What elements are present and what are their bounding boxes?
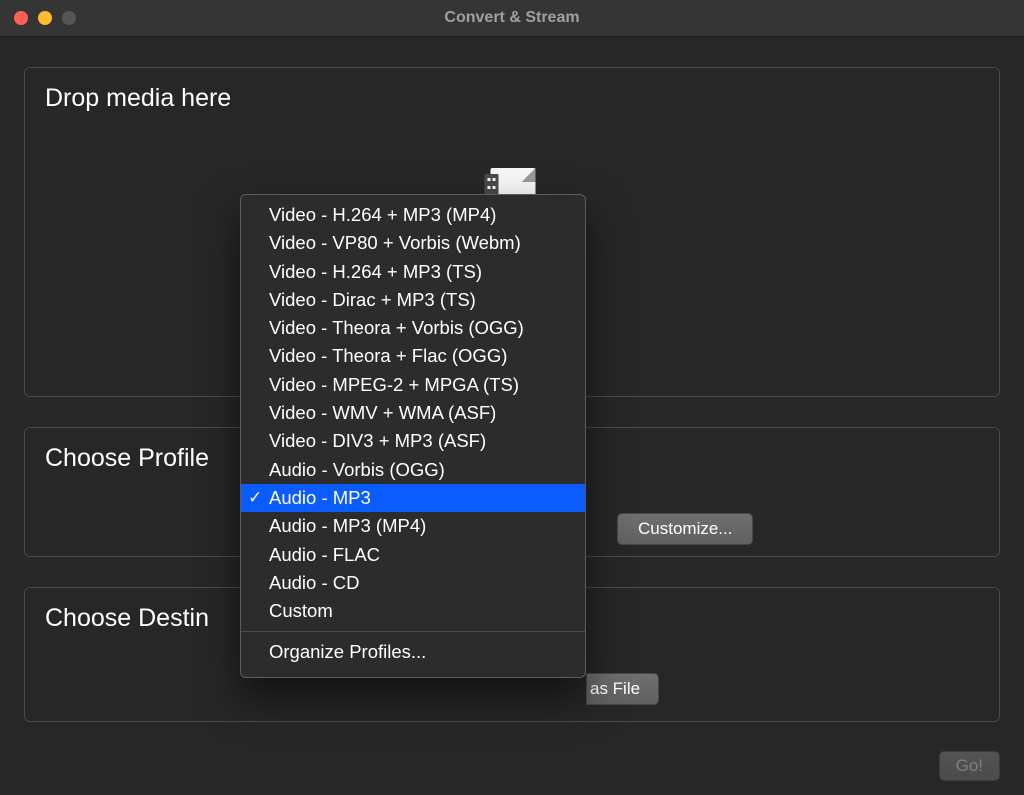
profile-option[interactable]: Video - H.264 + MP3 (TS) (241, 258, 585, 286)
profile-option[interactable]: Audio - MP3 (MP4) (241, 512, 585, 540)
save-as-file-button[interactable]: as File (586, 673, 659, 705)
profile-option[interactable]: Video - H.264 + MP3 (MP4) (241, 201, 585, 229)
profile-option[interactable]: Video - Theora + Vorbis (OGG) (241, 314, 585, 342)
profile-option[interactable]: Audio - Vorbis (OGG) (241, 456, 585, 484)
profile-option[interactable]: Video - DIV3 + MP3 (ASF) (241, 427, 585, 455)
profile-option[interactable]: Video - Dirac + MP3 (TS) (241, 286, 585, 314)
organize-profiles-option[interactable]: Organize Profiles... (241, 638, 585, 666)
menu-separator (241, 631, 585, 632)
profile-option[interactable]: Custom (241, 597, 585, 625)
traffic-lights (14, 11, 76, 25)
profile-option[interactable]: Video - MPEG-2 + MPGA (TS) (241, 371, 585, 399)
profile-option[interactable]: Audio - MP3 (241, 484, 585, 512)
customize-button[interactable]: Customize... (617, 513, 753, 545)
profile-option[interactable]: Audio - CD (241, 569, 585, 597)
profile-option[interactable]: Video - VP80 + Vorbis (Webm) (241, 229, 585, 257)
profile-option[interactable]: Video - WMV + WMA (ASF) (241, 399, 585, 427)
go-button[interactable]: Go! (939, 751, 1000, 781)
titlebar: Convert & Stream (0, 0, 1024, 37)
profile-option[interactable]: Video - Theora + Flac (OGG) (241, 342, 585, 370)
zoom-window-button (62, 11, 76, 25)
profile-option[interactable]: Audio - FLAC (241, 541, 585, 569)
minimize-window-button[interactable] (38, 11, 52, 25)
window-title: Convert & Stream (0, 9, 1024, 27)
profile-dropdown-popup: Video - H.264 + MP3 (MP4)Video - VP80 + … (240, 194, 586, 678)
drop-media-title: Drop media here (45, 84, 979, 113)
close-window-button[interactable] (14, 11, 28, 25)
